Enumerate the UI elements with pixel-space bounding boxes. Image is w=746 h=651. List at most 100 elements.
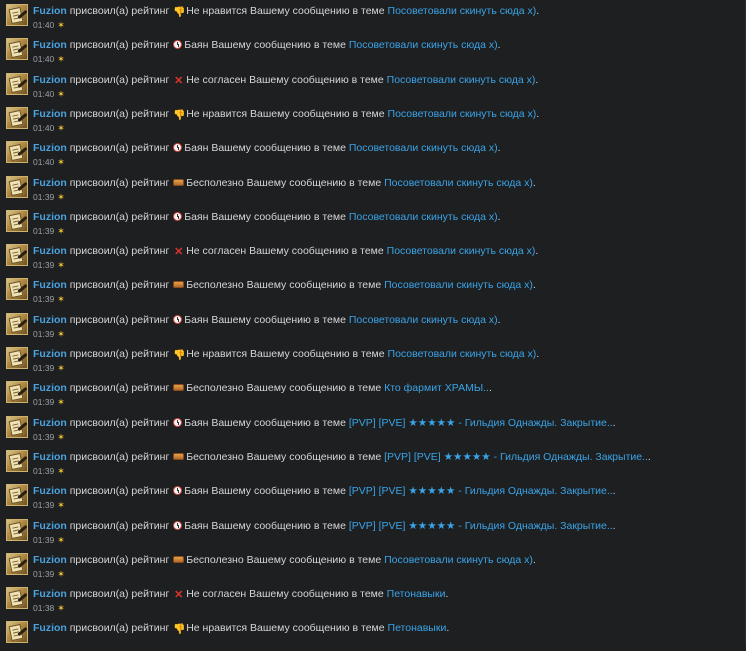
username-link[interactable]: Fuzion bbox=[33, 39, 67, 51]
message-in-topic-text: Вашему сообщению в теме bbox=[246, 176, 382, 189]
avatar[interactable] bbox=[6, 312, 28, 335]
timestamp-line: 01:39 ✶ bbox=[33, 192, 65, 203]
period-text: . bbox=[497, 210, 501, 223]
avatar[interactable] bbox=[6, 347, 28, 369]
dislike-hand-icon: 👎 bbox=[173, 350, 186, 361]
avatar[interactable] bbox=[6, 381, 28, 404]
avatar[interactable] bbox=[6, 587, 28, 610]
cross-icon: ✕ bbox=[174, 589, 184, 602]
star-icon: ✶ bbox=[57, 328, 65, 339]
notification-text: Fuzion присвоил(а) рейтинг Баян Вашему с… bbox=[33, 141, 501, 155]
username-link[interactable]: Fuzion bbox=[33, 451, 67, 463]
avatar[interactable] bbox=[6, 38, 28, 61]
assigned-text: присвоил(а) рейтинг bbox=[69, 382, 170, 395]
notification-text: Fuzion присвоил(а) рейтинг Баян Вашему с… bbox=[33, 519, 616, 533]
avatar[interactable] bbox=[6, 415, 28, 438]
list-item: Fuzion присвоил(а) рейтинг Бесполезно Ва… bbox=[0, 446, 744, 480]
timestamp-line: 01:39 ✶ bbox=[33, 500, 65, 511]
timestamp: 01:39 bbox=[33, 431, 55, 442]
box-icon bbox=[173, 178, 185, 186]
username-link[interactable]: Fuzion bbox=[33, 485, 67, 497]
period-text: . bbox=[532, 279, 536, 292]
topic-link[interactable]: Посоветовали скинуть сюда х) bbox=[387, 74, 536, 86]
username-link[interactable]: Fuzion bbox=[33, 588, 67, 600]
avatar[interactable] bbox=[6, 4, 28, 26]
period-text: . bbox=[612, 485, 616, 498]
avatar[interactable] bbox=[6, 175, 28, 198]
timestamp: 01:39 bbox=[33, 534, 55, 545]
topic-link[interactable]: Кто фармит ХРАМЫ.. bbox=[384, 382, 489, 394]
assigned-text: присвоил(а) рейтинг bbox=[69, 416, 170, 429]
avatar[interactable] bbox=[6, 552, 28, 575]
message-in-topic-text: Вашему сообщению в теме bbox=[211, 210, 346, 223]
rating-label: Не согласен bbox=[186, 73, 247, 86]
avatar[interactable] bbox=[6, 449, 28, 472]
avatar[interactable] bbox=[6, 141, 28, 164]
topic-link[interactable]: Посоветовали скинуть сюда х) bbox=[388, 5, 537, 17]
message-in-topic-text: Вашему сообщению в теме bbox=[249, 588, 384, 601]
topic-link[interactable]: Посоветовали скинуть сюда х) bbox=[349, 211, 498, 223]
list-item: Fuzion присвоил(а) рейтинг 👎Не нравится … bbox=[0, 343, 744, 377]
avatar[interactable] bbox=[6, 244, 28, 267]
username-link[interactable]: Fuzion bbox=[33, 211, 67, 223]
username-link[interactable]: Fuzion bbox=[33, 5, 67, 17]
username-link[interactable]: Fuzion bbox=[33, 74, 67, 86]
rating-label: Баян bbox=[184, 519, 209, 532]
topic-link[interactable]: [PVP] [PVE] ★★★★★ - Гильдия Однажды. Зак… bbox=[349, 417, 613, 429]
topic-link[interactable]: Посоветовали скинуть сюда х) bbox=[388, 108, 537, 120]
avatar[interactable] bbox=[6, 209, 28, 232]
topic-link[interactable]: [PVP] [PVE] ★★★★★ - Гильдия Однажды. Зак… bbox=[384, 451, 648, 463]
box-icon bbox=[173, 384, 185, 392]
assigned-text: присвоил(а) рейтинг bbox=[69, 348, 170, 360]
avatar[interactable] bbox=[6, 484, 28, 507]
username-link[interactable]: Fuzion bbox=[33, 622, 67, 634]
avatar[interactable] bbox=[6, 518, 28, 541]
star-icon: ✶ bbox=[57, 225, 65, 236]
timestamp: 01:40 bbox=[33, 122, 55, 133]
avatar[interactable] bbox=[6, 72, 28, 95]
rating-label: Баян bbox=[184, 313, 209, 326]
topic-link[interactable]: [PVP] [PVE] ★★★★★ - Гильдия Однажды. Зак… bbox=[349, 485, 613, 497]
notification-text: Fuzion присвоил(а) рейтинг Баян Вашему с… bbox=[33, 484, 616, 498]
rating-label: Не согласен bbox=[186, 588, 247, 601]
timestamp-line: 01:40 ✶ bbox=[33, 54, 65, 65]
username-link[interactable]: Fuzion bbox=[33, 520, 67, 532]
star-icon: ✶ bbox=[57, 260, 65, 271]
topic-link[interactable]: Посоветовали скинуть сюда х) bbox=[349, 314, 498, 326]
topic-link[interactable]: Посоветовали скинуть сюда х) bbox=[388, 348, 537, 360]
timestamp-line: 01:39 ✶ bbox=[33, 294, 65, 305]
username-link[interactable]: Fuzion bbox=[33, 314, 67, 326]
topic-link[interactable]: Петонавыки bbox=[387, 588, 446, 600]
topic-link[interactable]: Посоветовали скинуть сюда х) bbox=[387, 245, 536, 257]
avatar[interactable] bbox=[6, 621, 28, 644]
timestamp: 01:39 bbox=[33, 191, 55, 202]
message-in-topic-text: Вашему сообщению в теме bbox=[211, 416, 346, 429]
username-link[interactable]: Fuzion bbox=[33, 279, 67, 291]
notification-text: Fuzion присвоил(а) рейтинг Баян Вашему с… bbox=[33, 210, 501, 224]
avatar[interactable] bbox=[6, 278, 28, 301]
topic-link[interactable]: Посоветовали скинуть сюда х) bbox=[349, 142, 498, 154]
list-item: Fuzion присвоил(а) рейтинг Бесполезно Ва… bbox=[0, 172, 744, 206]
username-link[interactable]: Fuzion bbox=[33, 348, 67, 360]
period-text: . bbox=[536, 5, 540, 17]
topic-link[interactable]: Петонавыки bbox=[388, 622, 447, 634]
username-link[interactable]: Fuzion bbox=[33, 554, 67, 566]
username-link[interactable]: Fuzion bbox=[33, 245, 67, 257]
avatar[interactable] bbox=[6, 106, 28, 129]
username-link[interactable]: Fuzion bbox=[33, 142, 67, 154]
username-link[interactable]: Fuzion bbox=[33, 382, 67, 394]
list-item: Fuzion присвоил(а) рейтинг Баян Вашему с… bbox=[0, 206, 744, 240]
username-link[interactable]: Fuzion bbox=[33, 177, 67, 189]
topic-link[interactable]: Посоветовали скинуть сюда х) bbox=[384, 177, 533, 189]
assigned-text: присвоил(а) рейтинг bbox=[69, 279, 170, 292]
timestamp-line: 01:40 ✶ bbox=[33, 20, 65, 31]
topic-link[interactable]: Посоветовали скинуть сюда х) bbox=[384, 279, 533, 291]
topic-link[interactable]: [PVP] [PVE] ★★★★★ - Гильдия Однажды. Зак… bbox=[349, 520, 613, 532]
notification-text: Fuzion присвоил(а) рейтинг Бесполезно Ва… bbox=[33, 176, 536, 190]
username-link[interactable]: Fuzion bbox=[33, 417, 67, 429]
username-link[interactable]: Fuzion bbox=[33, 108, 67, 120]
dislike-hand-icon: 👎 bbox=[173, 624, 186, 636]
timestamp-line: 01:39 ✶ bbox=[33, 466, 65, 477]
topic-link[interactable]: Посоветовали скинуть сюда х) bbox=[384, 554, 533, 566]
topic-link[interactable]: Посоветовали скинуть сюда х) bbox=[349, 39, 498, 51]
